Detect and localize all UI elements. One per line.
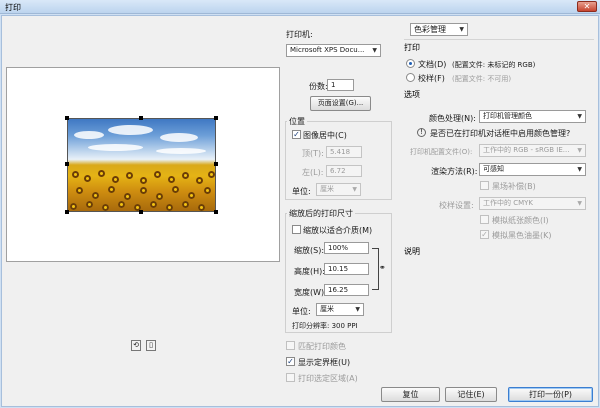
proof-radio[interactable]	[406, 73, 415, 82]
portrait-icon[interactable]: ▯	[146, 340, 156, 351]
bbox-handle-top-left[interactable]	[65, 116, 69, 120]
preview-image[interactable]	[67, 118, 216, 212]
scaled-unit-value: 厘米	[320, 305, 334, 313]
printer-select-value: Microsoft XPS Docu...	[290, 46, 365, 54]
width-label: 宽度(W):	[294, 288, 327, 297]
scaled-size-title: 缩放后的打印尺寸	[287, 208, 355, 219]
simulate-black-ink-checkbox[interactable]: ✓	[480, 230, 489, 239]
scaled-unit-select[interactable]: 厘米 ▼	[316, 303, 364, 316]
width-input[interactable]: 16.25	[324, 284, 369, 296]
color-handling-select[interactable]: 打印机管理颜色 ▼	[479, 110, 586, 123]
proof-setup-select[interactable]: 工作中的 CMYK ▼	[479, 197, 586, 210]
rendering-intent-label: 渲染方法(R):	[431, 167, 478, 176]
chevron-down-icon: ▼	[372, 47, 377, 54]
color-handling-value: 打印机管理颜色	[483, 112, 532, 120]
chevron-down-icon: ▼	[577, 166, 582, 173]
simulate-black-ink-label: 模拟黑色油墨(K)	[492, 231, 552, 240]
bbox-handle-top[interactable]	[139, 116, 143, 120]
chevron-down-icon: ▼	[577, 113, 582, 120]
remember-button[interactable]: 记住(E)	[445, 387, 497, 402]
position-title: 位置	[287, 116, 307, 127]
scale-label: 缩放(S):	[294, 246, 325, 255]
scale-input[interactable]: 100%	[324, 242, 369, 254]
center-image-label: 图像居中(C)	[303, 131, 347, 140]
chevron-down-icon: ▼	[577, 147, 582, 154]
proof-setup-value: 工作中的 CMYK	[483, 199, 534, 207]
printer-profile-label: 打印机配置文件(O):	[410, 148, 473, 156]
bbox-handle-right[interactable]	[214, 162, 218, 166]
printer-profile-select[interactable]: 工作中的 RGB - sRGB IE... ▼	[479, 144, 586, 157]
rendering-intent-select[interactable]: 可感知 ▼	[479, 163, 586, 176]
bbox-handle-left[interactable]	[65, 162, 69, 166]
chevron-down-icon: ▼	[459, 26, 464, 33]
color-handling-label: 颜色处理(N):	[429, 114, 476, 123]
match-print-colors-checkbox[interactable]	[286, 341, 295, 350]
color-panel-divider	[404, 39, 594, 40]
bbox-handle-top-right[interactable]	[214, 116, 218, 120]
title-bar	[0, 0, 600, 14]
position-unit-value: 厘米	[320, 185, 334, 193]
color-management-value: 色彩管理	[414, 25, 446, 34]
reset-button[interactable]: 复位	[381, 387, 440, 402]
rendering-intent-value: 可感知	[483, 165, 504, 173]
left-input[interactable]: 6.72	[326, 165, 362, 177]
print-selected-area-checkbox[interactable]	[286, 373, 295, 382]
chevron-down-icon: ▼	[577, 200, 582, 207]
scale-to-fit-checkbox[interactable]	[292, 225, 301, 234]
top-input[interactable]: 5.418	[326, 146, 362, 158]
top-label: 顶(T):	[302, 149, 324, 158]
printer-label: 打印机:	[286, 30, 313, 39]
link-icon: ⚭	[379, 263, 386, 272]
window-title: 打印	[5, 3, 21, 12]
printer-profile-value: 工作中的 RGB - sRGB IE...	[483, 146, 570, 154]
print-heading: 打印	[404, 43, 420, 52]
copies-input[interactable]: 1	[327, 79, 354, 91]
close-button[interactable]: ✕	[577, 1, 597, 12]
bbox-handle-bottom[interactable]	[139, 210, 143, 214]
rotate-icon[interactable]: ⟲	[131, 340, 141, 351]
page-setup-button[interactable]: 页面设置(G)...	[310, 96, 371, 111]
black-point-compensation-label: 黑场补偿(B)	[492, 182, 536, 191]
color-management-select[interactable]: 色彩管理 ▼	[410, 23, 468, 36]
print-one-copy-button[interactable]: 打印一份(P)	[508, 387, 593, 402]
bbox-handle-bottom-right[interactable]	[214, 210, 218, 214]
simulate-paper-color-checkbox[interactable]	[480, 215, 489, 224]
position-unit-label: 单位:	[292, 187, 311, 196]
scaled-unit-label: 单位:	[292, 307, 311, 316]
center-image-checkbox[interactable]: ✓	[292, 130, 301, 139]
black-point-compensation-checkbox[interactable]	[480, 181, 489, 190]
left-label: 左(L):	[302, 168, 324, 177]
document-radio-label: 文档(D)	[418, 60, 447, 69]
options-heading: 选项	[404, 90, 420, 99]
chevron-down-icon: ▼	[352, 186, 357, 193]
proof-setup-label: 校样设置:	[439, 201, 474, 210]
print-resolution: 打印分辨率: 300 PPI	[292, 322, 358, 330]
match-print-colors-label: 匹配打印颜色	[298, 342, 346, 351]
document-profile-text: (配置文件: 未标记的 RGB)	[452, 61, 536, 69]
simulate-paper-color-label: 模拟纸张颜色(I)	[492, 216, 549, 225]
scale-to-fit-label: 缩放以适合介质(M)	[303, 226, 373, 235]
height-input[interactable]: 10.15	[324, 263, 369, 275]
chevron-down-icon: ▼	[355, 306, 360, 313]
height-label: 高度(H):	[294, 267, 325, 276]
copies-label: 份数:	[309, 82, 328, 91]
description-heading: 说明	[404, 247, 420, 256]
print-selected-area-label: 打印选定区域(A)	[298, 374, 358, 383]
proof-profile-text: (配置文件: 不可用)	[452, 75, 512, 83]
show-bounding-box-label: 显示定界框(U)	[298, 358, 351, 367]
printer-select[interactable]: Microsoft XPS Docu... ▼	[286, 44, 381, 57]
show-bounding-box-checkbox[interactable]: ✓	[286, 357, 295, 366]
document-radio[interactable]	[406, 59, 415, 68]
exclamation-icon: !	[417, 128, 426, 137]
bbox-handle-bottom-left[interactable]	[65, 210, 69, 214]
proof-radio-label: 校样(F)	[418, 74, 445, 83]
position-unit-select[interactable]: 厘米 ▼	[316, 183, 361, 196]
constrain-proportions-bracket	[372, 248, 379, 290]
color-management-notice: 是否已在打印机对话框中启用颜色管理?	[430, 129, 571, 138]
